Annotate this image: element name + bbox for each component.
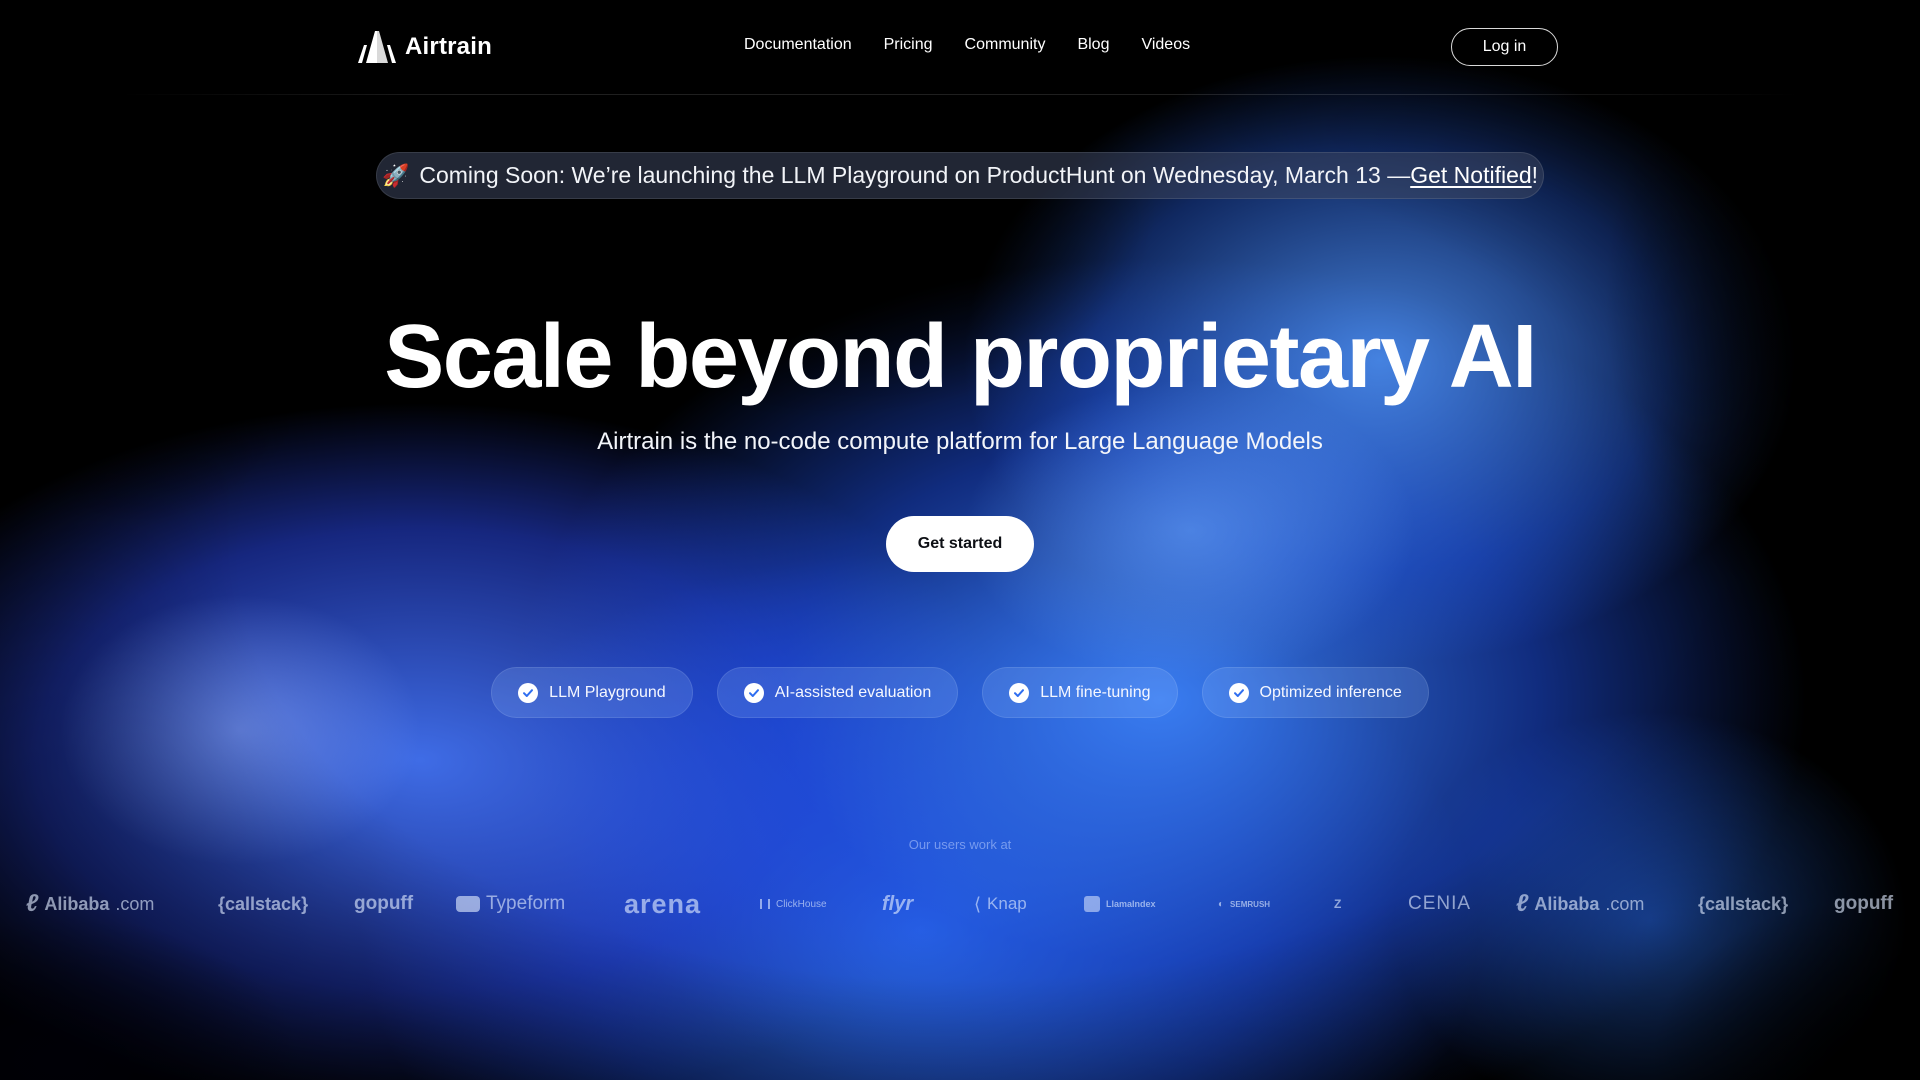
gopuff-logo: gopuff <box>354 893 414 914</box>
nav-videos[interactable]: Videos <box>1141 36 1190 54</box>
llamaindex-logo: LlamaIndex <box>1084 896 1218 912</box>
users-label: Our users work at <box>908 837 1012 852</box>
nav-community[interactable]: Community <box>965 36 1046 54</box>
clickhouse-mark-icon <box>760 899 770 909</box>
check-icon <box>1228 682 1249 703</box>
feature-pill-optimized-inference[interactable]: Optimized inference <box>1201 667 1429 718</box>
get-started-button[interactable]: Get started <box>886 516 1034 572</box>
typeform-mark-icon <box>456 896 480 912</box>
alibaba-logo: ℓ Alibaba .com <box>1516 890 1645 917</box>
hero-title: Scale beyond proprietary AI <box>384 307 1537 407</box>
announcement-text: Coming Soon: We’re launching the LLM Pla… <box>419 162 1411 188</box>
clickhouse-logo: ClickHouse <box>760 899 882 910</box>
brand-name: Airtrain <box>405 33 492 60</box>
nav-blog[interactable]: Blog <box>1077 36 1109 54</box>
gopuff-logo: gopuff <box>1834 893 1894 914</box>
cenia-logo: CENIA <box>1408 893 1472 914</box>
get-notified-link[interactable]: Get Notified <box>1410 162 1531 189</box>
feature-pill-label: AI-assisted evaluation <box>774 683 932 701</box>
alibaba-logo: ℓ Alibaba .com <box>26 890 155 917</box>
rocket-icon: 🚀 <box>381 162 410 188</box>
feature-pill-label: LLM Playground <box>549 683 666 701</box>
feature-pill-label: LLM fine-tuning <box>1040 683 1151 701</box>
typeform-logo: Typeform <box>456 893 624 915</box>
feature-pill-label: Optimized inference <box>1259 683 1402 701</box>
feature-pill-fine-tuning[interactable]: LLM fine-tuning <box>982 667 1178 718</box>
semrush-mark-icon: ◐ <box>1218 898 1225 910</box>
check-icon <box>743 682 764 703</box>
check-icon <box>1009 682 1030 703</box>
z-logo: Z <box>1334 897 1342 911</box>
customer-logos: ℓ Alibaba .com {callstack} gopuff Typefor… <box>26 888 1896 920</box>
brand-logo[interactable]: Airtrain <box>358 30 492 64</box>
site-header: Airtrain Documentation Pricing Community… <box>0 0 1920 95</box>
feature-pill-llm-playground[interactable]: LLM Playground <box>491 667 693 718</box>
login-button[interactable]: Log in <box>1451 28 1558 66</box>
announcement-banner: 🚀 Coming Soon: We’re launching the LLM P… <box>376 152 1544 199</box>
flyr-logo: flyr <box>882 892 914 915</box>
knap-mark-icon: ⟨ <box>974 893 982 914</box>
page: Airtrain Documentation Pricing Community… <box>0 0 1920 1080</box>
semrush-logo: ◐ SEMRUSH <box>1218 898 1271 910</box>
announcement-suffix: ! <box>1531 162 1539 188</box>
callstack-logo: {callstack} <box>218 893 309 914</box>
feature-pills: LLM Playground AI-assisted evaluation LL… <box>0 667 1920 718</box>
alibaba-mark-icon: ℓ <box>1516 890 1529 917</box>
nav-documentation[interactable]: Documentation <box>744 36 852 54</box>
check-icon <box>518 682 539 703</box>
callstack-logo: {callstack} <box>1698 893 1789 914</box>
main-nav: Documentation Pricing Community Blog Vid… <box>744 36 1190 54</box>
llamaindex-mark-icon <box>1084 896 1100 912</box>
airtrain-logo-icon <box>358 31 396 63</box>
feature-pill-ai-evaluation[interactable]: AI-assisted evaluation <box>716 667 959 718</box>
hero-subtitle: Airtrain is the no-code compute platform… <box>597 428 1323 455</box>
nav-pricing[interactable]: Pricing <box>884 36 933 54</box>
header-divider <box>120 94 1800 95</box>
alibaba-mark-icon: ℓ <box>26 890 39 917</box>
knap-logo: ⟨ Knap <box>974 893 1027 914</box>
arena-logo: arena <box>624 888 702 919</box>
